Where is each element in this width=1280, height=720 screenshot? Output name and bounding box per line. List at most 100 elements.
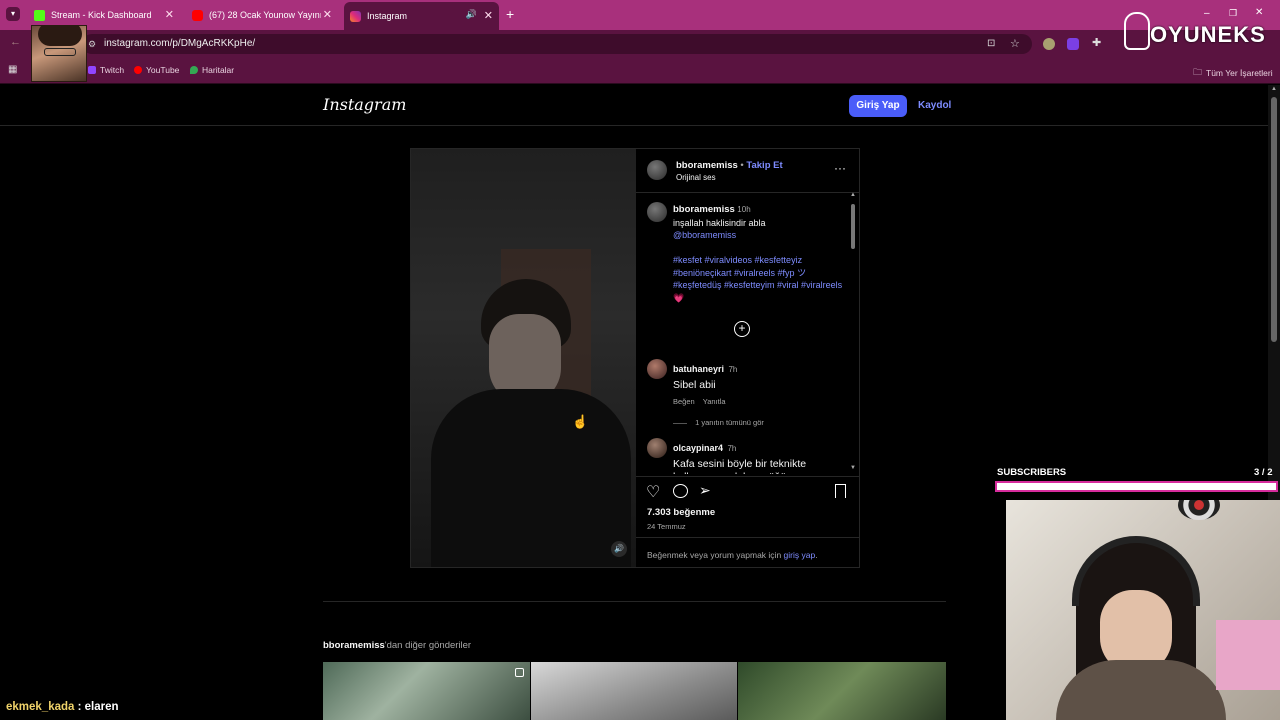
post-date: 24 Temmuz: [647, 522, 686, 531]
share-icon[interactable]: ➢: [699, 482, 711, 499]
address-bar-row: ← ⚙ instagram.com/p/DMgAcRKKpHe/ ⊡ ☆ ✚: [0, 30, 1280, 58]
view-replies-row[interactable]: 1 yanıtın tümünü gör: [673, 418, 843, 427]
avatar[interactable]: [647, 359, 667, 379]
comment-item: olcaypinar4 7h Kafa sesini böyle bir tek…: [673, 438, 841, 474]
streamer-webcam: [31, 25, 87, 82]
follow-button[interactable]: Takip Et: [746, 160, 782, 171]
signup-link[interactable]: Kaydol: [918, 100, 951, 111]
footer-divider: [636, 537, 859, 538]
comment-author[interactable]: batuhaneyri: [673, 364, 724, 374]
subscribers-label: SUBSCRIBERS: [997, 467, 1067, 478]
post-thumbnail[interactable]: [738, 662, 946, 720]
bookmark-maps[interactable]: Haritalar: [190, 65, 234, 75]
heart-emoji: 💗: [673, 292, 685, 303]
add-circle-icon[interactable]: +: [734, 321, 750, 337]
volume-icon[interactable]: 🔊: [611, 541, 627, 557]
bookmark-youtube[interactable]: YouTube: [134, 65, 179, 75]
comment-time: 7h: [728, 365, 738, 374]
more-options-icon[interactable]: ···: [834, 161, 846, 175]
login-prompt-text: Beğenmek veya yorum yapmak için: [647, 550, 782, 560]
back-icon[interactable]: ←: [10, 36, 21, 48]
tab-title: Stream - Kick Dashboard: [51, 10, 152, 20]
tab-youtube[interactable]: (67) 28 Ocak Younow Yayını - S ✕: [186, 4, 338, 26]
new-tab-button[interactable]: +: [506, 6, 514, 22]
login-prompt: Beğenmek veya yorum yapmak için giriş ya…: [647, 550, 818, 560]
avatar[interactable]: [647, 202, 667, 222]
bookmark-label: Twitch: [100, 65, 125, 75]
close-icon[interactable]: ✕: [323, 8, 332, 21]
audio-label[interactable]: Orijinal ses: [676, 173, 716, 182]
post-card: ☝ 🔊 bboramemiss • Takip Et Orijinal ses …: [410, 148, 860, 568]
tab-instagram[interactable]: Instagram 🔊 ✕: [344, 2, 499, 30]
maps-pin-icon: [190, 66, 198, 74]
more-posts-title: bboramemiss'dan diğer gönderiler: [323, 640, 471, 651]
pink-blanket: [1216, 620, 1280, 690]
like-comment-button[interactable]: Beğen: [673, 397, 695, 406]
instagram-icon: [350, 10, 361, 22]
oyuneks-logo: OYUNEKS: [1120, 8, 1280, 56]
speaker-icon[interactable]: 🔊: [466, 9, 477, 20]
more-posts-suffix: 'dan diğer gönderiler: [384, 640, 472, 651]
chat-message: ekmek_kada : elaren: [6, 701, 119, 713]
scroll-up-icon[interactable]: ▲: [850, 192, 856, 198]
tab-list-chevron-icon[interactable]: ▾: [6, 7, 20, 21]
caption-author[interactable]: bboramemiss: [673, 204, 735, 215]
subscribers-count: 3 / 2: [1254, 467, 1273, 478]
more-posts-user[interactable]: bboramemiss: [323, 640, 385, 651]
comments-scrollbar[interactable]: ▲ ▼: [849, 192, 857, 475]
login-prompt-dot: .: [815, 550, 818, 560]
mascot-icon: [1124, 12, 1150, 50]
omnibox[interactable]: ⚙ instagram.com/p/DMgAcRKKpHe/ ⊡ ☆: [82, 34, 1032, 54]
instagram-logo[interactable]: Instagram: [323, 95, 406, 114]
caption-text: inşallah haklisindir abla: [673, 217, 766, 228]
bookmarks-bar: ▦ Twitch YouTube Haritalar 🗀 Tüm Yer İşa…: [0, 58, 1280, 84]
scroll-up-icon[interactable]: ▲: [1271, 86, 1277, 92]
brand-text: OYUNEKS: [1150, 22, 1266, 47]
kick-icon: [34, 9, 45, 21]
apps-grid-icon[interactable]: ▦: [8, 64, 17, 75]
tab-kick[interactable]: Stream - Kick Dashboard ✕: [28, 4, 180, 26]
login-prompt-link[interactable]: giriş yap: [784, 550, 816, 560]
comment-author[interactable]: olcaypinar4: [673, 443, 723, 453]
bookmark-label: Haritalar: [202, 65, 235, 75]
reply-button[interactable]: Yanıtla: [703, 397, 726, 406]
subscribers-progress-bar: [995, 481, 1278, 492]
install-icon[interactable]: ⊡: [987, 34, 995, 54]
all-bookmarks[interactable]: 🗀 Tüm Yer İşaretleri: [1193, 65, 1273, 81]
tab-bar: ▾ Stream - Kick Dashboard ✕ (67) 28 Ocak…: [0, 0, 1280, 30]
caption-mention[interactable]: @bboramemiss: [673, 230, 736, 240]
streamer-hair: [38, 26, 82, 46]
login-button[interactable]: Giriş Yap: [849, 95, 907, 117]
post-thumbnail[interactable]: [323, 662, 530, 720]
avatar[interactable]: [647, 438, 667, 458]
save-bookmark-icon[interactable]: [835, 484, 846, 498]
close-icon[interactable]: ✕: [165, 8, 174, 21]
scroll-down-icon[interactable]: ▼: [850, 465, 856, 471]
site-info-icon[interactable]: ⚙: [88, 34, 96, 54]
caption: bboramemiss 10h inşallah haklisindir abl…: [673, 203, 843, 304]
dartboard-icon: [1178, 500, 1220, 520]
post-video[interactable]: ☝ 🔊: [411, 149, 636, 567]
puzzle-icon[interactable]: ✚: [1092, 36, 1101, 49]
page-scroll-thumb[interactable]: [1271, 97, 1277, 342]
post-header: bboramemiss • Takip Et: [676, 160, 783, 171]
extension-icon[interactable]: [1067, 38, 1079, 50]
close-icon[interactable]: ✕: [484, 9, 493, 22]
scroll-thumb[interactable]: [851, 204, 855, 249]
bookmark-star-icon[interactable]: ☆: [1010, 34, 1020, 54]
avatar[interactable]: [647, 160, 667, 180]
all-bookmarks-label: Tüm Yer İşaretleri: [1206, 68, 1273, 78]
bookmark-label: YouTube: [146, 65, 180, 75]
post-side-panel: bboramemiss • Takip Et Orijinal ses ··· …: [636, 149, 859, 567]
multi-post-icon: [515, 668, 524, 677]
likes-count[interactable]: 7.303 beğenme: [647, 507, 715, 518]
caption-hashtags[interactable]: #kesfet #viralvideos #kesfetteyiz #beniö…: [673, 255, 842, 290]
comment-icon[interactable]: [673, 484, 688, 498]
view-replies-link[interactable]: 1 yanıtın tümünü gör: [695, 418, 764, 427]
post-author[interactable]: bboramemiss: [676, 160, 738, 171]
bookmark-twitch[interactable]: Twitch: [88, 65, 124, 75]
youtube-icon: [134, 66, 142, 74]
heart-icon[interactable]: ♡: [646, 482, 660, 502]
post-thumbnail[interactable]: [531, 662, 737, 720]
extension-icon[interactable]: [1043, 38, 1055, 50]
